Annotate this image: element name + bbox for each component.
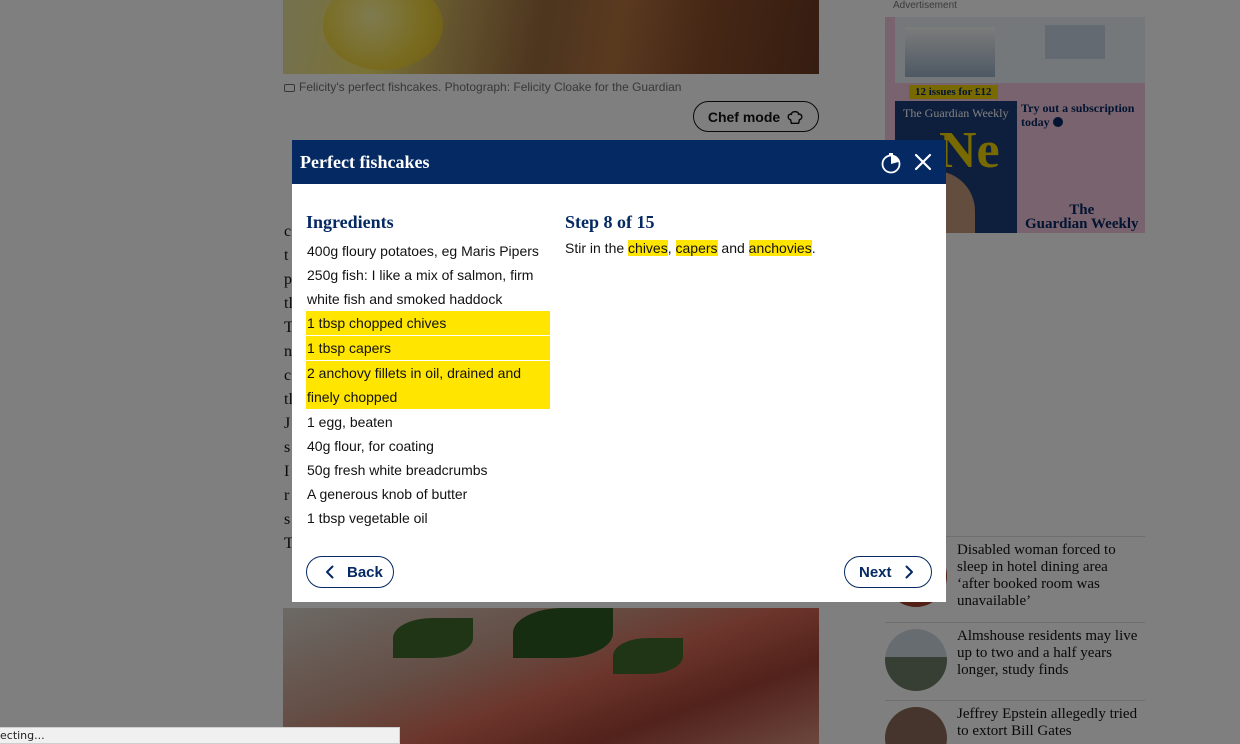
- timer-icon[interactable]: [880, 152, 902, 174]
- step-counter: Step 8 of 15: [565, 212, 655, 232]
- ingredient-item: 1 egg, beaten: [307, 414, 393, 430]
- article-page: Felicity's perfect fishcakes. Photograph…: [0, 0, 1240, 744]
- back-button[interactable]: Back: [306, 556, 394, 588]
- highlighted-ingredient: chives: [628, 240, 668, 256]
- ingredient-item: 40g flour, for coating: [307, 438, 434, 454]
- close-icon[interactable]: [912, 151, 934, 173]
- next-label: Next: [859, 563, 892, 581]
- ingredients-list: 400g floury potatoes, eg Maris Pipers 250…: [306, 239, 550, 530]
- step-instruction: Stir in the chives, capers and anchovies…: [565, 240, 816, 256]
- ingredient-item: 1 tbsp capers: [306, 336, 550, 360]
- ingredient-item: 2 anchovy fillets in oil, drained and fi…: [306, 361, 550, 409]
- modal-header: Perfect fishcakes: [292, 140, 946, 184]
- chevron-right-icon: [905, 565, 913, 579]
- next-button[interactable]: Next: [844, 556, 932, 588]
- highlighted-ingredient: capers: [675, 240, 718, 256]
- ingredient-item: 1 tbsp chopped chives: [306, 311, 550, 335]
- highlighted-ingredient: anchovies: [748, 240, 812, 256]
- ingredient-item: 50g fresh white breadcrumbs: [307, 462, 488, 478]
- ingredient-item: 400g floury potatoes, eg Maris Pipers: [307, 243, 539, 259]
- back-label: Back: [347, 563, 383, 581]
- chevron-left-icon: [326, 565, 334, 579]
- ingredient-item: 250g fish: I like a mix of salmon, firm …: [307, 267, 534, 307]
- ingredient-item: A generous knob of butter: [307, 486, 468, 502]
- browser-status-bar: ecting...: [0, 727, 400, 744]
- ingredient-item: 1 tbsp vegetable oil: [307, 510, 428, 526]
- ingredients-title: Ingredients: [306, 212, 394, 232]
- modal-title: Perfect fishcakes: [300, 152, 430, 172]
- recipe-step-modal: Perfect fishcakes Ingredients 400g flour…: [292, 140, 946, 602]
